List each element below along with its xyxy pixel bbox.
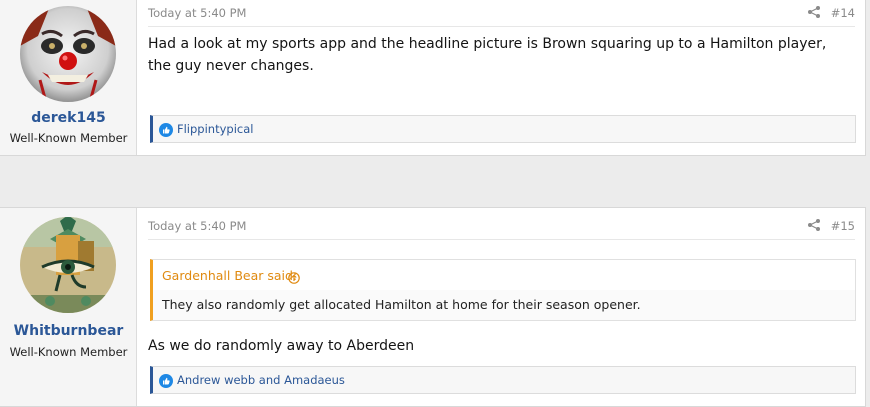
like-icon — [159, 373, 173, 388]
arrow-up-circle-icon[interactable] — [288, 269, 300, 284]
post: derek145 Well-Known Member Today at 5:40… — [0, 0, 866, 156]
post-number[interactable]: #14 — [831, 6, 855, 20]
reactions-bar: Andrew webb and Amadaeus — [150, 366, 856, 394]
post-meta: Today at 5:40 PM #15 — [148, 217, 855, 240]
post-time[interactable]: Today at 5:40 PM — [148, 219, 246, 233]
reactions-bar: Flippintypical — [150, 115, 856, 143]
avatar[interactable] — [20, 6, 116, 102]
post-time[interactable]: Today at 5:40 PM — [148, 6, 246, 20]
username[interactable]: Whitburnbear — [0, 323, 137, 339]
avatar[interactable] — [20, 217, 116, 313]
reaction-users[interactable]: Andrew webb and Amadaeus — [177, 373, 345, 387]
post-body: As we do randomly away to Aberdeen — [148, 338, 415, 354]
post-meta: Today at 5:40 PM #14 — [148, 4, 855, 27]
quote-author[interactable]: Gardenhall Bear said: — [162, 268, 297, 283]
share-icon[interactable] — [807, 218, 821, 232]
post-author-panel: Whitburnbear Well-Known Member — [0, 208, 137, 406]
quote-text: They also randomly get allocated Hamilto… — [162, 297, 641, 312]
post-author-panel: derek145 Well-Known Member — [0, 0, 137, 155]
quote-header: Gardenhall Bear said: — [153, 260, 855, 290]
post-number[interactable]: #15 — [831, 219, 855, 233]
like-icon — [159, 122, 173, 137]
blockquote: Gardenhall Bear said: They also randomly… — [150, 259, 856, 321]
username[interactable]: derek145 — [0, 110, 137, 126]
user-title: Well-Known Member — [9, 345, 128, 359]
share-icon[interactable] — [807, 5, 821, 19]
reaction-users[interactable]: Flippintypical — [177, 122, 253, 136]
post: Whitburnbear Well-Known Member Today at … — [0, 207, 866, 407]
post-body: Had a look at my sports app and the head… — [148, 36, 827, 74]
user-title: Well-Known Member — [9, 131, 128, 145]
